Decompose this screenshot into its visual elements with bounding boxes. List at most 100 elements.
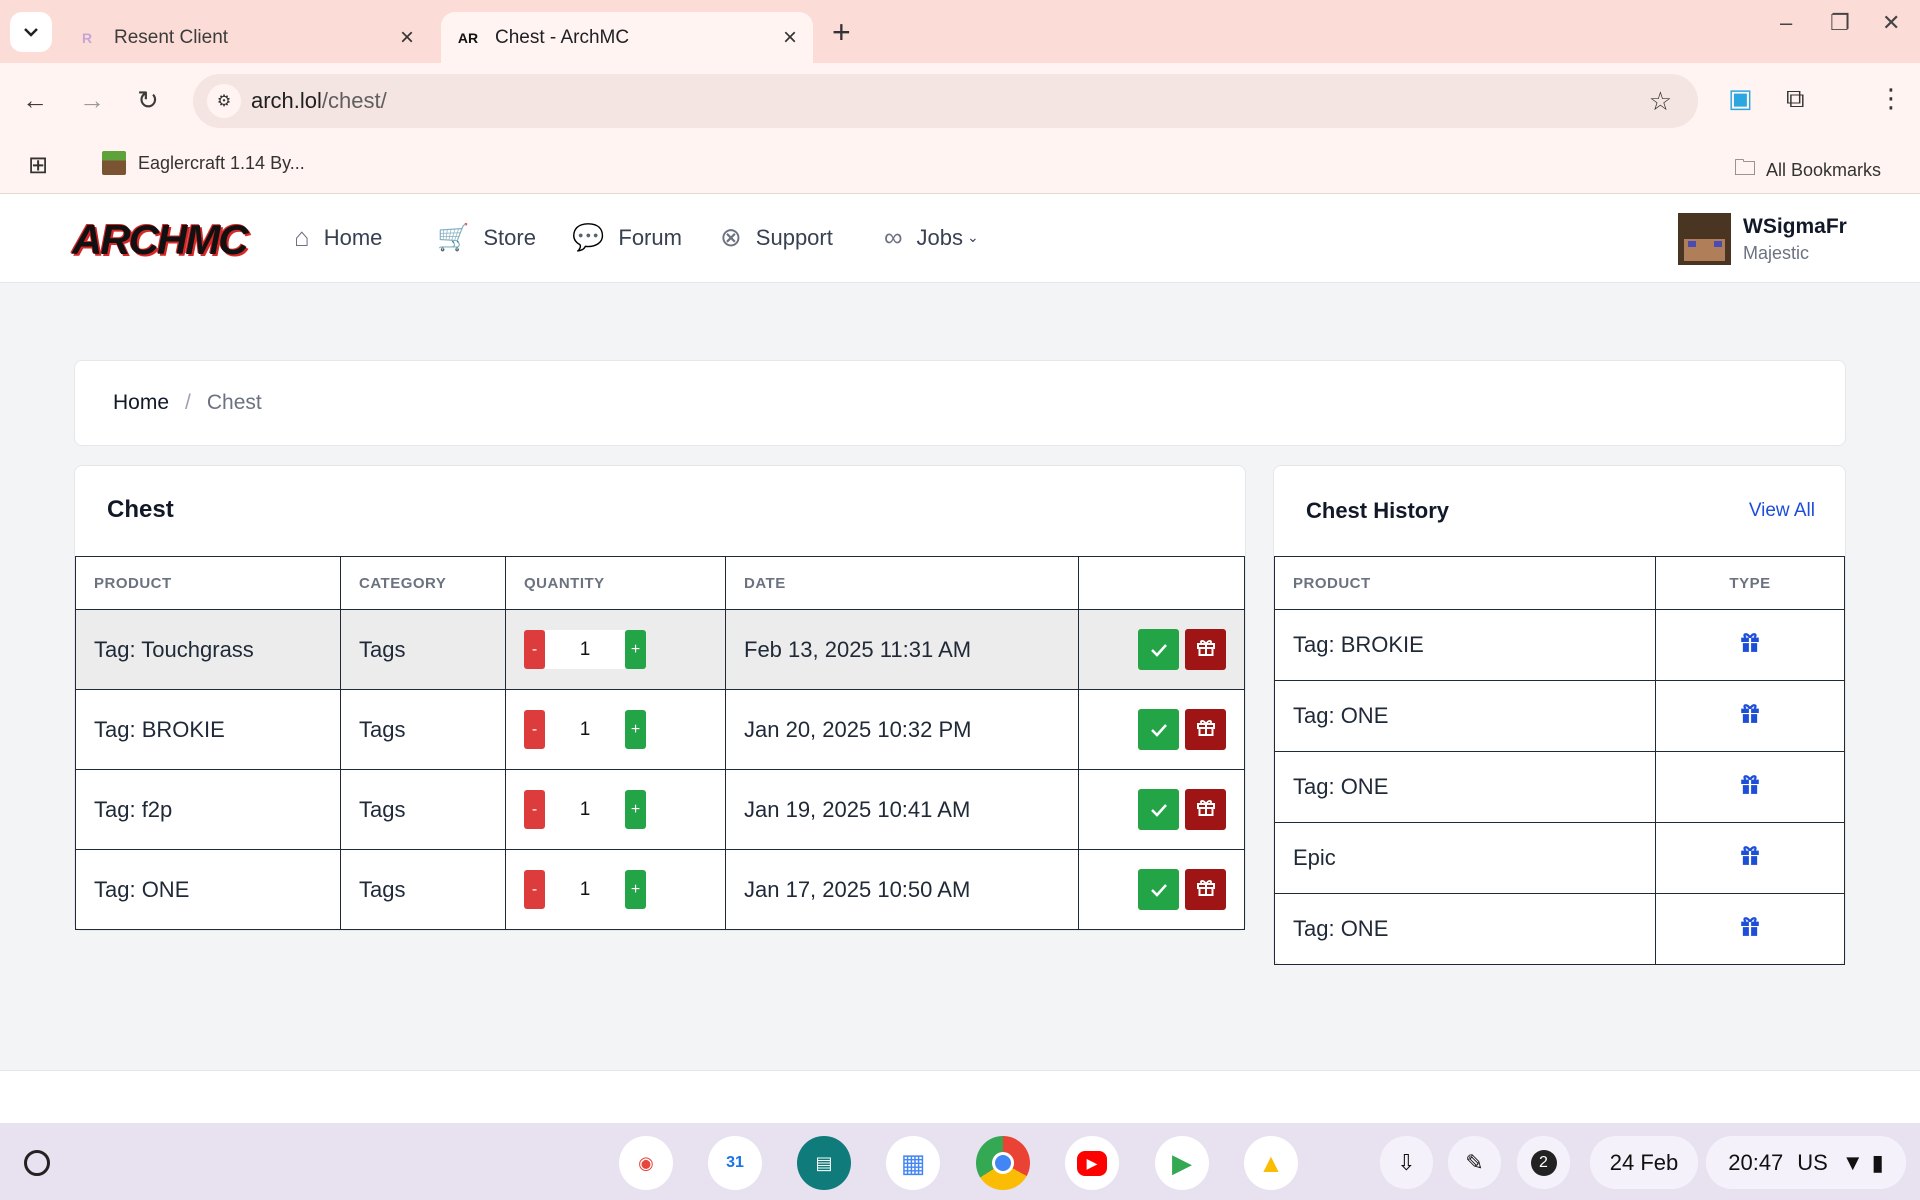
time-display: 20:47 xyxy=(1728,1149,1784,1175)
gift-icon xyxy=(1739,704,1761,729)
breadcrumb: Home / Chest xyxy=(74,360,1846,446)
chest-card: Chest PRODUCT CATEGORY QUANTITY DATE Tag… xyxy=(74,465,1246,931)
cart-icon: 🛒 xyxy=(437,222,470,252)
nav-forum[interactable]: 💬 Forum xyxy=(572,222,682,253)
chevron-down-icon: ⌄ xyxy=(967,229,979,245)
decrease-quantity-button[interactable]: - xyxy=(524,870,545,909)
gift-button[interactable] xyxy=(1185,789,1226,830)
claim-button[interactable] xyxy=(1138,789,1179,830)
table-row: Tag: ONE Tags -1 + Jan 17, 2025 10:50 AM xyxy=(75,849,1245,930)
quantity-stepper: -1 + xyxy=(524,710,707,749)
new-tab-plus-icon[interactable]: + xyxy=(832,14,851,51)
quantity-cell: -1 + xyxy=(505,609,726,690)
date-display[interactable]: 24 Feb xyxy=(1590,1136,1698,1189)
bookmark-eaglercraft[interactable]: Eaglercraft 1.14 By... xyxy=(102,151,305,175)
calendar-app-icon[interactable]: 31 xyxy=(708,1136,762,1190)
quantity-input[interactable]: 1 xyxy=(545,870,625,909)
play-store-app-icon[interactable]: ▶ xyxy=(1155,1136,1209,1190)
gift-button[interactable] xyxy=(1185,709,1226,750)
page-footer xyxy=(0,1070,1920,1123)
nav-store[interactable]: 🛒 Store xyxy=(437,222,536,253)
decrease-quantity-button[interactable]: - xyxy=(524,710,545,749)
extensions-puzzle-icon[interactable]: ⧉ xyxy=(1786,83,1805,115)
chevron-down-icon xyxy=(24,28,38,37)
type-cell xyxy=(1655,822,1845,894)
close-icon[interactable]: × xyxy=(400,24,414,52)
browser-toolbar: ← → ↻ ⚙ arch.lol/chest/ ☆ ▣ ⧉ ⋮ xyxy=(0,63,1920,138)
increase-quantity-button[interactable]: + xyxy=(625,790,646,829)
site-settings-icon[interactable]: ⚙ xyxy=(207,84,241,118)
minimize-icon[interactable]: – xyxy=(1780,10,1792,36)
table-row: Epic xyxy=(1274,822,1845,894)
tab-chest-archmc[interactable]: AR Chest - ArchMC × xyxy=(441,12,813,63)
nav-jobs[interactable]: ∞ Jobs ⌄ xyxy=(884,222,979,253)
decrease-quantity-button[interactable]: - xyxy=(524,790,545,829)
launcher-icon[interactable] xyxy=(24,1150,50,1176)
youtube-app-icon[interactable]: ▶ xyxy=(1065,1136,1119,1190)
gift-icon xyxy=(1196,637,1216,663)
decrease-quantity-button[interactable]: - xyxy=(524,630,545,669)
close-icon[interactable]: × xyxy=(783,24,797,52)
tab-search-button[interactable] xyxy=(10,12,52,52)
quantity-cell: -1 + xyxy=(505,689,726,770)
docs-app-icon[interactable]: ▦ xyxy=(886,1136,940,1190)
url-text[interactable]: arch.lol/chest/ xyxy=(251,88,387,114)
product-cell: Epic xyxy=(1274,822,1656,894)
quantity-input[interactable]: 1 xyxy=(545,710,625,749)
chrome-app-icon[interactable] xyxy=(976,1136,1030,1190)
os-shelf: ◉ 31 ▤ ▦ ▶ ▶ ▲ ⇩ ✎ 2 24 Feb 20:47 US ▼ ▮ xyxy=(0,1123,1920,1200)
back-arrow-icon[interactable]: ← xyxy=(22,85,48,116)
avatar xyxy=(1678,213,1731,265)
bookmark-star-icon[interactable]: ☆ xyxy=(1649,86,1672,117)
apps-grid-icon[interactable]: ⊞ xyxy=(28,151,48,180)
user-menu[interactable]: WSigmaFr Majestic xyxy=(1678,213,1847,265)
notification-count[interactable]: 2 xyxy=(1517,1136,1570,1189)
tab-title: Resent Client xyxy=(114,26,229,48)
classroom-app-icon[interactable]: ▤ xyxy=(797,1136,851,1190)
reload-icon[interactable]: ↻ xyxy=(137,85,159,116)
claim-button[interactable] xyxy=(1138,629,1179,670)
status-tray[interactable]: 20:47 US ▼ ▮ xyxy=(1706,1136,1906,1189)
grass-block-icon xyxy=(102,151,126,175)
forward-arrow-icon[interactable]: → xyxy=(79,85,105,116)
close-window-icon[interactable]: ✕ xyxy=(1882,10,1900,36)
all-bookmarks-button[interactable]: 🗀 All Bookmarks xyxy=(1734,151,1881,189)
gift-icon xyxy=(1739,633,1761,658)
view-all-link[interactable]: View All xyxy=(1749,500,1815,522)
link-icon: ∞ xyxy=(884,222,903,252)
restore-icon[interactable]: ❐ xyxy=(1830,10,1850,36)
quantity-input[interactable]: 1 xyxy=(545,790,625,829)
gift-button[interactable] xyxy=(1185,629,1226,670)
product-cell: Tag: BROKIE xyxy=(1274,609,1656,681)
more-menu-icon[interactable]: ⋮ xyxy=(1878,83,1904,114)
extension-person-icon[interactable]: ▣ xyxy=(1728,83,1753,114)
column-header-type: TYPE xyxy=(1655,556,1845,610)
holding-space-icon[interactable]: ⇩ xyxy=(1380,1136,1433,1189)
breadcrumb-home[interactable]: Home xyxy=(113,391,169,415)
increase-quantity-button[interactable]: + xyxy=(625,870,646,909)
nav-home[interactable]: ⌂ Home xyxy=(294,222,382,253)
product-cell: Tag: BROKIE xyxy=(75,689,341,770)
gift-button[interactable] xyxy=(1185,869,1226,910)
quantity-input[interactable]: 1 xyxy=(545,630,625,669)
stylus-pen-icon[interactable]: ✎ xyxy=(1448,1136,1501,1189)
claim-button[interactable] xyxy=(1138,709,1179,750)
files-app-icon[interactable]: ◉ xyxy=(619,1136,673,1190)
product-cell: Tag: ONE xyxy=(1274,751,1656,823)
table-row: Tag: ONE xyxy=(1274,680,1845,752)
address-bar[interactable]: ⚙ arch.lol/chest/ ☆ xyxy=(193,74,1698,128)
tab-resent-client[interactable]: R Resent Client × xyxy=(60,12,430,63)
category-cell: Tags xyxy=(340,849,506,930)
increase-quantity-button[interactable]: + xyxy=(625,710,646,749)
user-name: WSigmaFr xyxy=(1743,214,1847,238)
breadcrumb-current: Chest xyxy=(206,391,262,414)
drive-app-icon[interactable]: ▲ xyxy=(1244,1136,1298,1190)
tab-title: Chest - ArchMC xyxy=(495,26,630,48)
claim-button[interactable] xyxy=(1138,869,1179,910)
actions-cell xyxy=(1078,849,1245,930)
chest-title: Chest xyxy=(107,496,174,523)
nav-support[interactable]: ⊗ Support xyxy=(720,222,833,253)
archmc-logo[interactable]: ARCHMC xyxy=(72,216,249,264)
browser-tabstrip: R Resent Client × AR Chest - ArchMC × + … xyxy=(0,0,1920,63)
increase-quantity-button[interactable]: + xyxy=(625,630,646,669)
